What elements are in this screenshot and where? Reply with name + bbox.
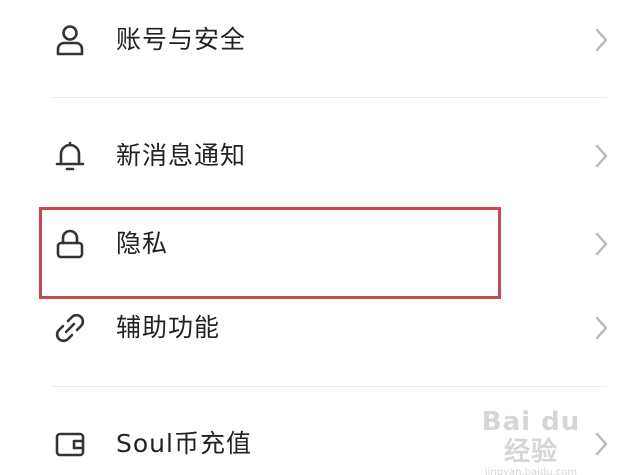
settings-item-label: Soul币充值 xyxy=(116,429,252,458)
lock-icon xyxy=(52,226,88,262)
section-divider xyxy=(52,386,607,387)
settings-item-label: 辅助功能 xyxy=(116,313,221,342)
settings-item-soul-coin-topup[interactable]: Soul币充值 xyxy=(0,404,621,475)
settings-item-label: 新消息通知 xyxy=(116,141,247,170)
chevron-right-icon xyxy=(590,26,612,54)
settings-item-account-security[interactable]: 账号与安全 xyxy=(0,0,621,84)
chevron-right-icon xyxy=(590,314,612,342)
settings-item-label: 隐私 xyxy=(116,229,169,258)
bell-icon xyxy=(52,138,88,174)
section-divider xyxy=(52,97,607,98)
settings-item-notifications[interactable]: 新消息通知 xyxy=(0,116,621,200)
settings-item-accessibility[interactable]: 辅助功能 xyxy=(0,288,621,372)
wallet-icon xyxy=(52,426,88,462)
settings-page: 账号与安全 新消息通知 隐私 辅助功能 Soul币充值 Bai du 经验 ji… xyxy=(0,0,621,475)
settings-item-privacy[interactable]: 隐私 xyxy=(0,204,621,288)
chevron-right-icon xyxy=(590,230,612,258)
person-icon xyxy=(52,22,88,58)
settings-item-label: 账号与安全 xyxy=(116,25,247,54)
chevron-right-icon xyxy=(590,142,612,170)
chevron-right-icon xyxy=(590,430,612,458)
link-icon xyxy=(52,310,88,346)
